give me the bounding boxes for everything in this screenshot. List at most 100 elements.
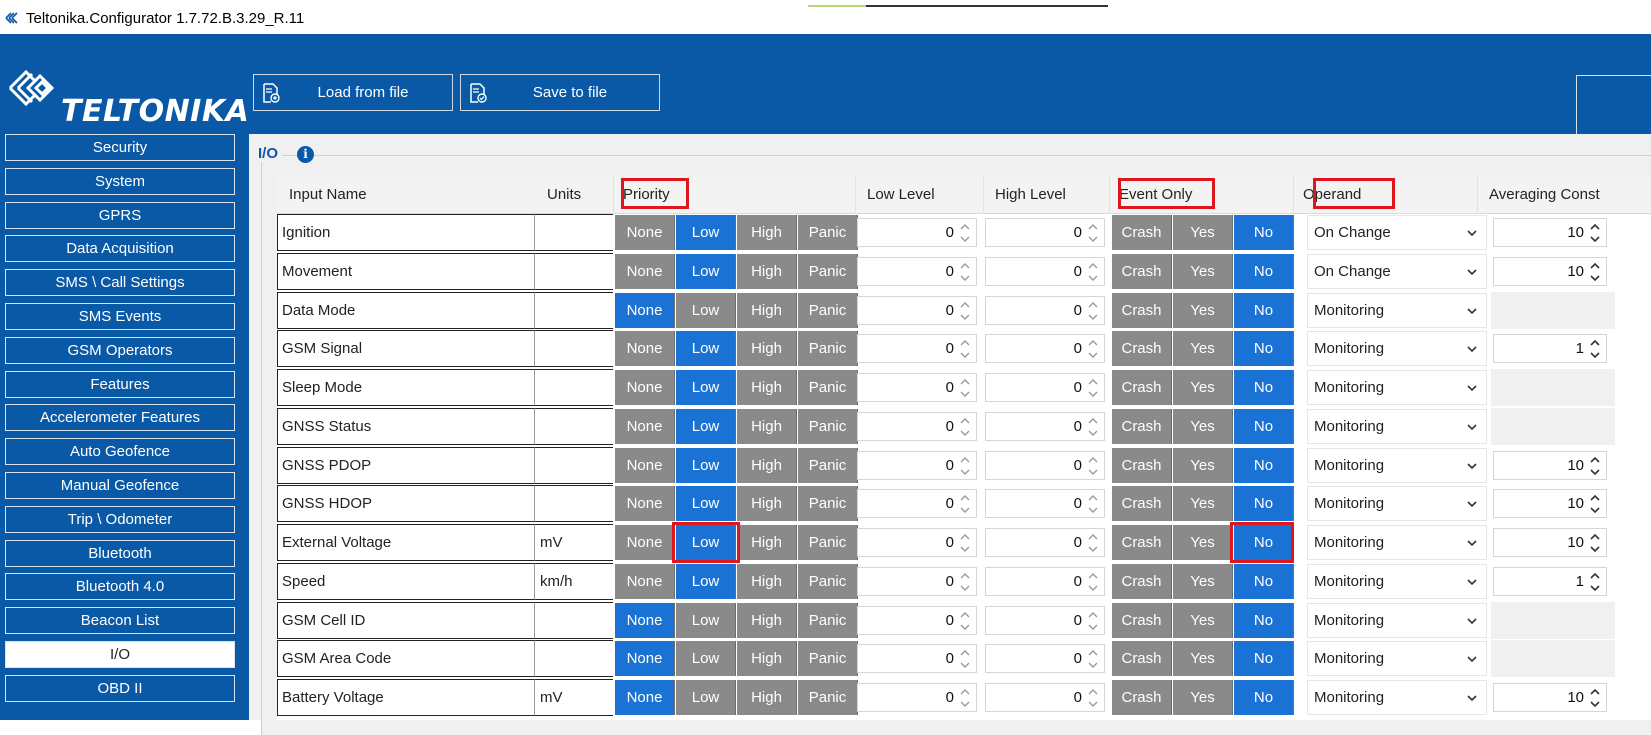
- priority-none-button[interactable]: None: [615, 680, 675, 715]
- operand-select[interactable]: Monitoring: [1307, 370, 1487, 405]
- spin-down-icon[interactable]: [1086, 504, 1100, 516]
- priority-none-button[interactable]: None: [615, 525, 675, 560]
- priority-none-button[interactable]: None: [615, 293, 675, 328]
- spin-up-icon[interactable]: [958, 376, 972, 388]
- spin-up-icon[interactable]: [1086, 415, 1100, 427]
- priority-panic-button[interactable]: Panic: [798, 254, 858, 289]
- spin-up-icon[interactable]: [1086, 492, 1100, 504]
- high-level-input[interactable]: 0: [985, 218, 1105, 247]
- event-crash-button[interactable]: Crash: [1112, 525, 1172, 560]
- spin-up-icon[interactable]: [958, 647, 972, 659]
- high-level-input[interactable]: 0: [985, 451, 1105, 480]
- priority-high-button[interactable]: High: [737, 448, 797, 483]
- spin-down-icon[interactable]: [1588, 349, 1602, 361]
- spin-down-icon[interactable]: [958, 349, 972, 361]
- event-no-button[interactable]: No: [1234, 409, 1294, 444]
- sidebar-item-trip-odometer[interactable]: Trip \ Odometer: [5, 506, 235, 533]
- event-crash-button[interactable]: Crash: [1112, 486, 1172, 521]
- spin-down-icon[interactable]: [958, 621, 972, 633]
- event-yes-button[interactable]: Yes: [1173, 486, 1233, 521]
- event-no-button[interactable]: No: [1234, 370, 1294, 405]
- high-level-input[interactable]: 0: [985, 412, 1105, 441]
- averaging-const-input[interactable]: 10: [1493, 489, 1607, 518]
- priority-none-button[interactable]: None: [615, 409, 675, 444]
- spin-up-icon[interactable]: [1086, 376, 1100, 388]
- spin-down-icon[interactable]: [1086, 388, 1100, 400]
- low-level-input[interactable]: 0: [857, 644, 977, 673]
- averaging-const-input[interactable]: 1: [1493, 334, 1607, 363]
- spin-up-icon[interactable]: [958, 686, 972, 698]
- operand-select[interactable]: Monitoring: [1307, 641, 1487, 676]
- event-yes-button[interactable]: Yes: [1173, 409, 1233, 444]
- spin-up-icon[interactable]: [1588, 260, 1602, 272]
- spin-down-icon[interactable]: [958, 543, 972, 555]
- priority-panic-button[interactable]: Panic: [798, 370, 858, 405]
- spin-up-icon[interactable]: [958, 260, 972, 272]
- spin-down-icon[interactable]: [1086, 427, 1100, 439]
- event-crash-button[interactable]: Crash: [1112, 603, 1172, 638]
- spin-up-icon[interactable]: [1086, 570, 1100, 582]
- low-level-input[interactable]: 0: [857, 373, 977, 402]
- spin-down-icon[interactable]: [958, 698, 972, 710]
- event-crash-button[interactable]: Crash: [1112, 293, 1172, 328]
- low-level-input[interactable]: 0: [857, 218, 977, 247]
- sidebar-item-bluetooth-4-0[interactable]: Bluetooth 4.0: [5, 573, 235, 600]
- priority-low-button[interactable]: Low: [676, 409, 736, 444]
- spin-down-icon[interactable]: [958, 272, 972, 284]
- event-no-button[interactable]: No: [1234, 254, 1294, 289]
- spin-down-icon[interactable]: [1086, 466, 1100, 478]
- low-level-input[interactable]: 0: [857, 334, 977, 363]
- operand-select[interactable]: Monitoring: [1307, 486, 1487, 521]
- save-to-file-button[interactable]: Save to file: [460, 74, 660, 111]
- spin-up-icon[interactable]: [1086, 337, 1100, 349]
- spin-up-icon[interactable]: [958, 337, 972, 349]
- low-level-input[interactable]: 0: [857, 606, 977, 635]
- event-crash-button[interactable]: Crash: [1112, 370, 1172, 405]
- priority-panic-button[interactable]: Panic: [798, 409, 858, 444]
- priority-panic-button[interactable]: Panic: [798, 564, 858, 599]
- sidebar-item-obd-ii[interactable]: OBD II: [5, 675, 235, 702]
- sidebar-item-security[interactable]: Security: [5, 134, 235, 161]
- operand-select[interactable]: Monitoring: [1307, 525, 1487, 560]
- event-crash-button[interactable]: Crash: [1112, 215, 1172, 250]
- spin-up-icon[interactable]: [958, 492, 972, 504]
- spin-up-icon[interactable]: [1588, 337, 1602, 349]
- high-level-input[interactable]: 0: [985, 644, 1105, 673]
- operand-select[interactable]: On Change: [1307, 215, 1487, 250]
- event-no-button[interactable]: No: [1234, 215, 1294, 250]
- priority-high-button[interactable]: High: [737, 331, 797, 366]
- priority-low-button[interactable]: Low: [676, 370, 736, 405]
- priority-panic-button[interactable]: Panic: [798, 448, 858, 483]
- priority-none-button[interactable]: None: [615, 641, 675, 676]
- sidebar-item-manual-geofence[interactable]: Manual Geofence: [5, 472, 235, 499]
- high-level-input[interactable]: 0: [985, 683, 1105, 712]
- priority-high-button[interactable]: High: [737, 680, 797, 715]
- event-no-button[interactable]: No: [1234, 680, 1294, 715]
- priority-none-button[interactable]: None: [615, 331, 675, 366]
- priority-none-button[interactable]: None: [615, 448, 675, 483]
- spin-down-icon[interactable]: [1086, 582, 1100, 594]
- event-crash-button[interactable]: Crash: [1112, 331, 1172, 366]
- spin-down-icon[interactable]: [1588, 272, 1602, 284]
- operand-select[interactable]: Monitoring: [1307, 293, 1487, 328]
- priority-low-button[interactable]: Low: [676, 680, 736, 715]
- priority-high-button[interactable]: High: [737, 409, 797, 444]
- operand-select[interactable]: Monitoring: [1307, 603, 1487, 638]
- sidebar-item-gprs[interactable]: GPRS: [5, 202, 235, 229]
- event-no-button[interactable]: No: [1234, 293, 1294, 328]
- spin-up-icon[interactable]: [1086, 299, 1100, 311]
- event-no-button[interactable]: No: [1234, 564, 1294, 599]
- spin-down-icon[interactable]: [958, 504, 972, 516]
- priority-none-button[interactable]: None: [615, 370, 675, 405]
- sidebar-item-sms-call-settings[interactable]: SMS \ Call Settings: [5, 269, 235, 296]
- operand-select[interactable]: Monitoring: [1307, 564, 1487, 599]
- high-level-input[interactable]: 0: [985, 528, 1105, 557]
- event-yes-button[interactable]: Yes: [1173, 215, 1233, 250]
- event-yes-button[interactable]: Yes: [1173, 254, 1233, 289]
- spin-up-icon[interactable]: [958, 415, 972, 427]
- priority-none-button[interactable]: None: [615, 254, 675, 289]
- spin-up-icon[interactable]: [1086, 221, 1100, 233]
- event-yes-button[interactable]: Yes: [1173, 448, 1233, 483]
- spin-up-icon[interactable]: [1588, 570, 1602, 582]
- spin-down-icon[interactable]: [958, 311, 972, 323]
